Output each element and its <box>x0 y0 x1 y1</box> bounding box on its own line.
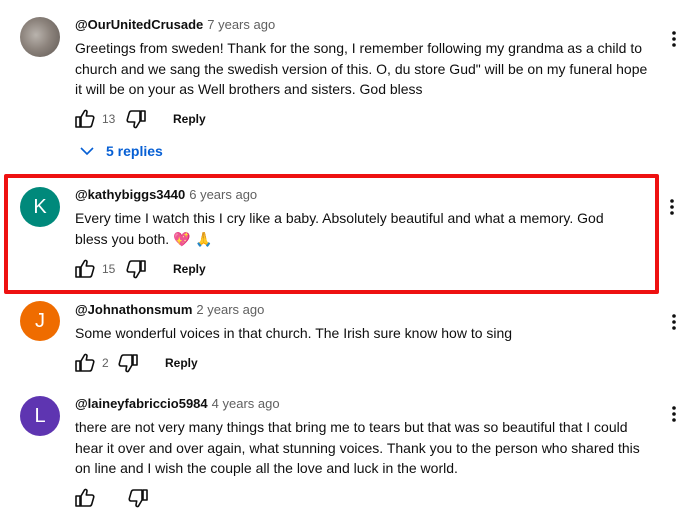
comment-body: @Johnathonsmum 2 years ago Some wonderful… <box>75 302 650 344</box>
avatar[interactable]: K <box>20 187 60 227</box>
more-options-icon[interactable] <box>669 198 675 216</box>
thumbs-down-icon[interactable] <box>116 351 140 375</box>
comment-meta: @laineyfabriccio5984 4 years ago <box>75 396 650 412</box>
more-options-icon[interactable] <box>671 313 677 331</box>
reply-button[interactable]: Reply <box>165 356 198 370</box>
comment-actions: 13 Reply <box>73 107 206 131</box>
comment-body: @laineyfabriccio5984 4 years ago there ar… <box>75 396 650 479</box>
comment-author[interactable]: @OurUnitedCrusade <box>75 17 203 32</box>
thumbs-down-icon[interactable] <box>124 107 148 131</box>
comment-actions: 2 Reply <box>73 351 198 375</box>
reply-button[interactable]: Reply <box>173 112 206 126</box>
reply-button[interactable]: Reply <box>173 262 206 276</box>
more-options-icon[interactable] <box>671 405 677 423</box>
comment-author[interactable]: @Johnathonsmum <box>75 302 192 317</box>
comment-meta: @OurUnitedCrusade 7 years ago <box>75 17 650 33</box>
comment-actions <box>73 486 150 510</box>
comment-actions: 15 Reply <box>73 257 206 281</box>
comment-time[interactable]: 6 years ago <box>189 187 257 202</box>
replies-label: 5 replies <box>106 143 163 159</box>
thumbs-up-icon[interactable] <box>73 107 97 131</box>
comment-text: there are not very many things that brin… <box>75 419 640 476</box>
emoji: 💖 🙏 <box>173 231 213 248</box>
like-count: 15 <box>102 262 116 276</box>
comment-body: @kathybiggs3440 6 years ago Every time I … <box>75 187 640 250</box>
comment-author[interactable]: @kathybiggs3440 <box>75 187 185 202</box>
like-count: 13 <box>102 112 116 126</box>
comment-text: Some wonderful voices in that church. Th… <box>75 325 513 341</box>
thumbs-up-icon[interactable] <box>73 351 97 375</box>
thumbs-down-icon[interactable] <box>124 257 148 281</box>
comment-body: @OurUnitedCrusade 7 years ago Greetings f… <box>75 17 650 100</box>
comment-text: Every time I watch this I cry like a bab… <box>75 208 640 250</box>
like-count: 2 <box>102 356 109 370</box>
thumbs-up-icon[interactable] <box>73 486 97 510</box>
avatar[interactable]: L <box>20 396 60 436</box>
comment-text-content: Every time I watch this I cry like a bab… <box>75 210 604 247</box>
comment-meta: @Johnathonsmum 2 years ago <box>75 302 650 318</box>
comment-time[interactable]: 4 years ago <box>212 396 280 411</box>
more-options-icon[interactable] <box>671 30 677 48</box>
chevron-down-icon <box>80 147 94 156</box>
avatar[interactable] <box>20 17 60 57</box>
comment-time[interactable]: 2 years ago <box>196 302 264 317</box>
thumbs-up-icon[interactable] <box>73 257 97 281</box>
avatar-letter: L <box>34 404 46 427</box>
avatar[interactable]: J <box>20 301 60 341</box>
view-replies-button[interactable]: 5 replies <box>80 143 163 159</box>
avatar-letter: K <box>33 195 47 218</box>
comment-author[interactable]: @laineyfabriccio5984 <box>75 396 208 411</box>
comment-time[interactable]: 7 years ago <box>207 17 275 32</box>
comment-meta: @kathybiggs3440 6 years ago <box>75 187 640 203</box>
avatar-letter: J <box>35 309 45 332</box>
comment-text: Greetings from sweden! Thank for the son… <box>75 40 648 97</box>
thumbs-down-icon[interactable] <box>126 486 150 510</box>
